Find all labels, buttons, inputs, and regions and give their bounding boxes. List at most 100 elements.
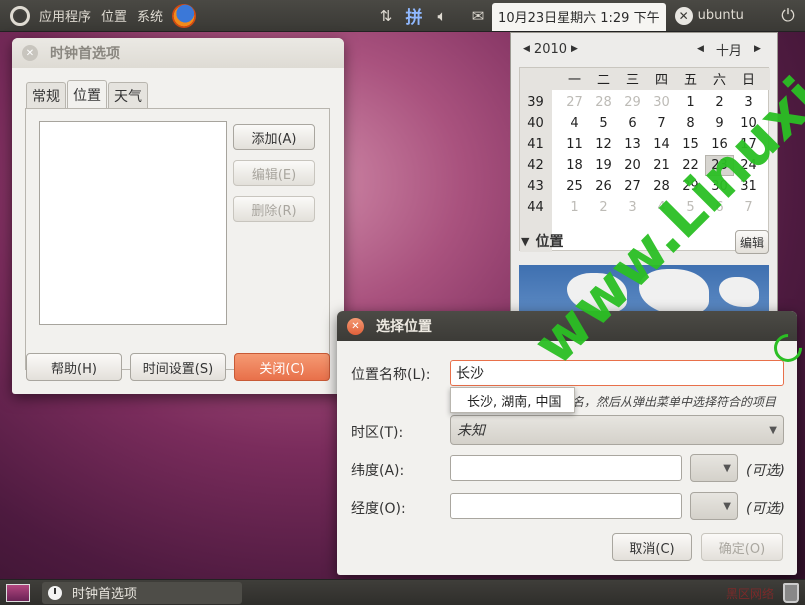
calendar-day[interactable]: 8 — [676, 113, 705, 134]
user-status-icon: ✕ — [674, 6, 693, 25]
dialog-close-icon[interactable]: ✕ — [347, 317, 364, 335]
prefs-titlebar[interactable]: ✕ 时钟首选项 — [12, 38, 344, 68]
month-nav: ◀ 十月 ▶ — [697, 39, 761, 59]
network-arrows-icon[interactable]: ⇅ — [372, 0, 400, 32]
delete-button[interactable]: 删除(R) — [233, 196, 315, 222]
calendar-day[interactable]: 16 — [705, 134, 734, 155]
panel-clock[interactable]: 10月23日星期六 1:29 下午 — [492, 2, 666, 31]
applications-menu[interactable]: 应用程序 — [34, 0, 96, 32]
calendar-day[interactable]: 12 — [589, 134, 618, 155]
calendar-day[interactable]: 11 — [560, 134, 589, 155]
prev-month-icon[interactable]: ◀ — [697, 44, 704, 54]
calendar-day[interactable]: 28 — [589, 92, 618, 113]
prev-year-icon[interactable]: ◀ — [523, 44, 530, 54]
mail-icon[interactable]: ✉ — [464, 0, 492, 32]
trash-icon[interactable] — [783, 582, 799, 603]
calendar-day[interactable]: 29 — [676, 176, 705, 197]
calendar-day[interactable]: 5 — [589, 113, 618, 134]
longitude-input[interactable] — [450, 493, 682, 519]
location-list[interactable] — [39, 121, 227, 325]
latitude-direction-select[interactable]: ▼ — [690, 454, 738, 482]
help-button[interactable]: 帮助(H) — [26, 353, 122, 381]
location-suggestion[interactable]: 长沙, 湖南, 中国 — [450, 387, 575, 413]
calendar-day[interactable]: 17 — [734, 134, 763, 155]
month-label: 十月 — [715, 43, 742, 59]
input-method-indicator[interactable]: 拼 — [400, 0, 428, 32]
time-settings-button[interactable]: 时间设置(S) — [130, 353, 226, 381]
ubuntu-logo-icon[interactable] — [10, 5, 30, 26]
next-month-icon[interactable]: ▶ — [754, 44, 761, 54]
calendar-day[interactable]: 2 — [705, 92, 734, 113]
calendar-day[interactable]: 28 — [647, 176, 676, 197]
calendar-day[interactable]: 7 — [647, 113, 676, 134]
timezone-select[interactable]: 未知 ▼ — [450, 415, 784, 445]
locations-section-title: 位置 — [535, 234, 564, 250]
calendar-day[interactable]: 27 — [560, 92, 589, 113]
tab-general[interactable]: 常规 — [26, 82, 66, 108]
calendar-day[interactable]: 31 — [734, 176, 763, 197]
calendar-day[interactable]: 21 — [647, 155, 676, 176]
calendar-grid: 一二三四五六日 39 27 28 29 30 1 2 3 40 4 5 6 7 8 9 10 41 11 12 13 14… — [519, 67, 770, 252]
calendar-day[interactable]: 25 — [560, 176, 589, 197]
locations-panel: 添加(A) 编辑(E) 删除(R) — [25, 108, 330, 370]
week-number: 44 — [527, 200, 544, 215]
calendar-day[interactable]: 13 — [618, 134, 647, 155]
calendar-day[interactable]: 20 — [618, 155, 647, 176]
calendar-day[interactable]: 24 — [734, 155, 763, 176]
calendar-day[interactable]: 29 — [618, 92, 647, 113]
calendar-day[interactable]: 3 — [734, 92, 763, 113]
calendar-day[interactable]: 22 — [676, 155, 705, 176]
tab-weather[interactable]: 天气 — [108, 82, 148, 108]
calendar-day[interactable]: 1 — [560, 197, 589, 218]
cancel-button[interactable]: 取消(C) — [612, 533, 692, 561]
taskbar-item-clock-preferences[interactable]: 时钟首选项 — [42, 581, 242, 604]
calendar-day[interactable]: 9 — [705, 113, 734, 134]
calendar-day[interactable]: 10 — [734, 113, 763, 134]
calendar-day[interactable]: 30 — [705, 176, 734, 197]
close-icon[interactable]: ✕ — [22, 45, 38, 61]
weekday-header-cell: 六 — [712, 73, 726, 88]
chevron-down-icon: ▼ — [769, 424, 777, 436]
location-name-label: 位置名称(L): — [351, 367, 431, 383]
tab-locations[interactable]: 位置 — [67, 80, 107, 108]
latitude-input[interactable] — [450, 455, 682, 481]
calendar-day[interactable]: 3 — [618, 197, 647, 218]
locations-expander[interactable]: ▼ 位置 — [521, 231, 563, 251]
calendar-day[interactable]: 18 — [560, 155, 589, 176]
chevron-down-icon: ▼ — [723, 462, 731, 474]
calendar-day[interactable]: 26 — [589, 176, 618, 197]
calendar-day[interactable]: 27 — [618, 176, 647, 197]
firefox-icon[interactable] — [172, 3, 197, 28]
close-button[interactable]: 关闭(C) — [234, 353, 330, 381]
calendar-day[interactable]: 2 — [589, 197, 618, 218]
calendar-day[interactable]: 7 — [734, 197, 763, 218]
calendar-day[interactable]: 4 — [647, 197, 676, 218]
calendar-day[interactable]: 14 — [647, 134, 676, 155]
location-name-input[interactable] — [450, 360, 784, 386]
volume-icon[interactable]: 🔈︎ — [428, 0, 456, 32]
calendar-day[interactable]: 30 — [647, 92, 676, 113]
power-icon[interactable]: ⏻ — [771, 6, 805, 26]
calendar-day[interactable]: 6 — [705, 197, 734, 218]
calendar-edit-button[interactable]: 编辑 — [735, 230, 769, 254]
calendar-day[interactable]: 1 — [676, 92, 705, 113]
calendar-day[interactable]: 19 — [589, 155, 618, 176]
calendar-day[interactable]: 4 — [560, 113, 589, 134]
show-desktop-button[interactable] — [6, 583, 30, 602]
places-menu[interactable]: 位置 — [96, 0, 132, 32]
calendar-day[interactable]: 15 — [676, 134, 705, 155]
add-button[interactable]: 添加(A) — [233, 124, 315, 150]
calendar-popup: ◀ 2010 ▶ ◀ 十月 ▶ 一二三四五六日 39 27 28 29 30 1 2 3 40 4 5… — [510, 32, 778, 322]
next-year-icon[interactable]: ▶ — [571, 44, 578, 54]
prefs-title: 时钟首选项 — [50, 46, 120, 62]
ok-button[interactable]: 确定(O) — [701, 533, 783, 561]
system-menu[interactable]: 系统 — [132, 0, 168, 32]
edit-location-button[interactable]: 编辑(E) — [233, 160, 315, 186]
calendar-day[interactable]: 6 — [618, 113, 647, 134]
dialog-titlebar[interactable]: ✕ 选择位置 — [337, 311, 797, 341]
longitude-label: 经度(O): — [351, 501, 406, 517]
calendar-day[interactable]: 23 — [705, 155, 734, 176]
calendar-day[interactable]: 5 — [676, 197, 705, 218]
user-menu[interactable]: ✕ ubuntu — [670, 0, 749, 32]
longitude-direction-select[interactable]: ▼ — [690, 492, 738, 520]
